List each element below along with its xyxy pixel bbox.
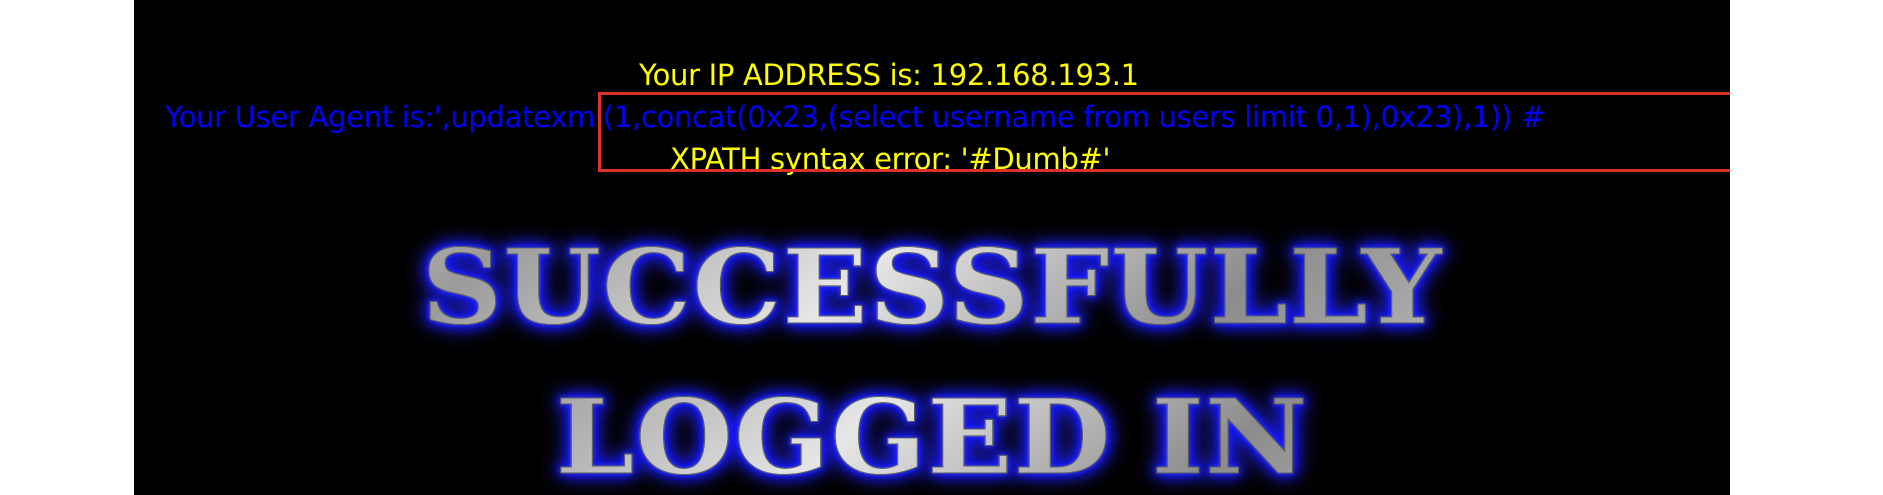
page: Your IP ADDRESS is: 192.168.193.1 Your U… [0,0,1883,495]
success-banner-line-2: LOGGED IN [134,382,1730,493]
ip-address-text: Your IP ADDRESS is: 192.168.193.1 [639,57,1139,93]
ip-address-line: Your IP ADDRESS is: 192.168.193.1 [639,58,1139,92]
user-agent-label: Your User Agent is: [165,100,434,134]
annotation-highlight-box [598,92,1730,172]
content-panel: Your IP ADDRESS is: 192.168.193.1 Your U… [134,0,1730,495]
success-banner-line-1: SUCCESSFULLY [134,232,1730,343]
